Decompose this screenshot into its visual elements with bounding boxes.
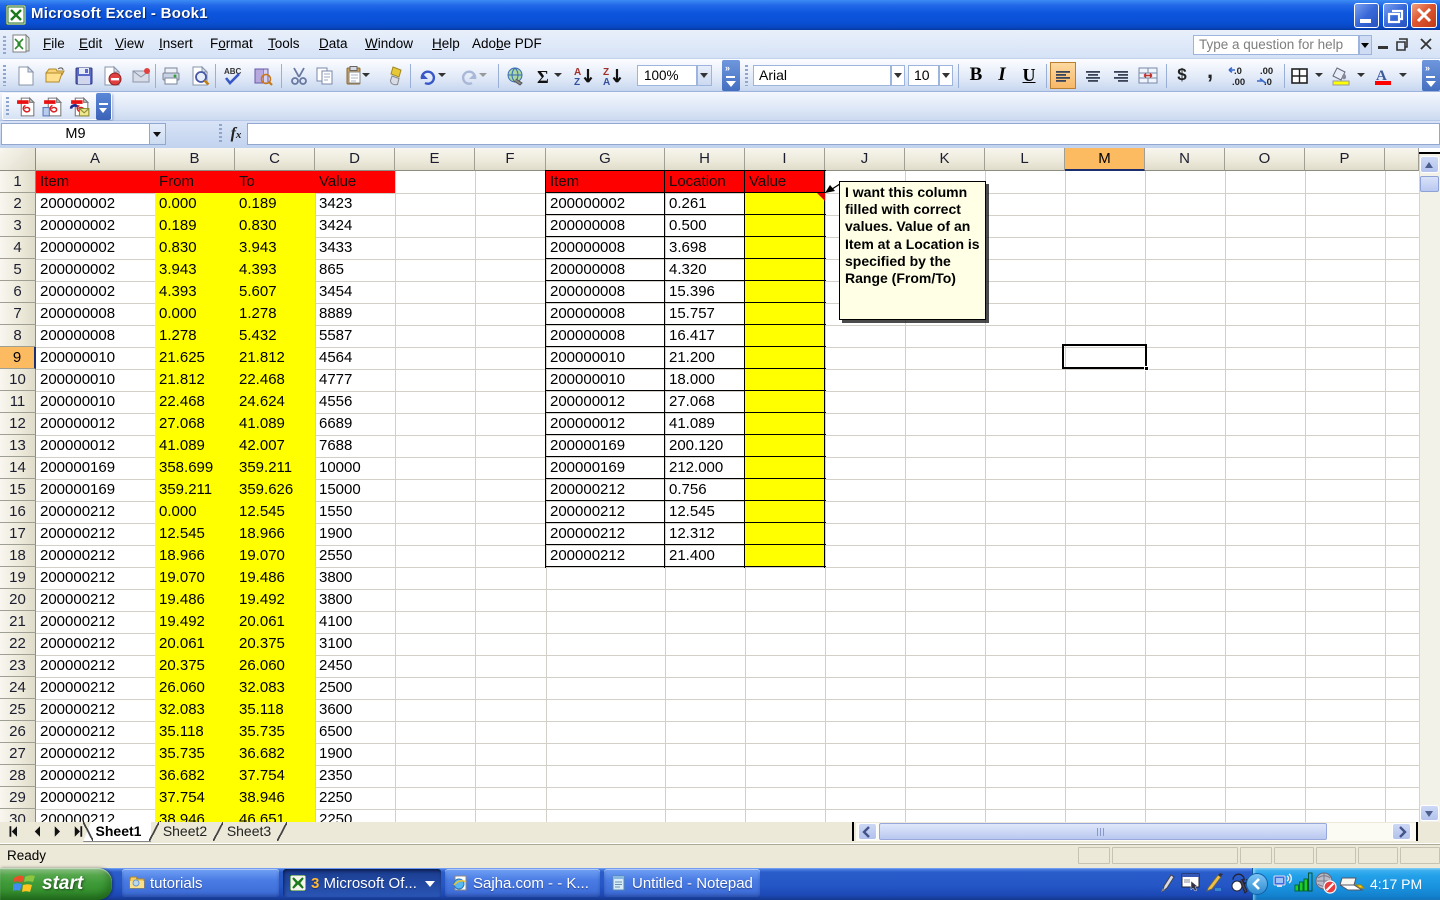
svg-text:.00: .00 [1260, 66, 1273, 77]
svg-text:Z: Z [574, 77, 580, 87]
svg-text:.0: .0 [1234, 66, 1242, 77]
svg-text:A: A [603, 77, 610, 87]
svg-text:.00: .00 [1232, 77, 1245, 87]
svg-text:Σ: Σ [537, 67, 549, 87]
